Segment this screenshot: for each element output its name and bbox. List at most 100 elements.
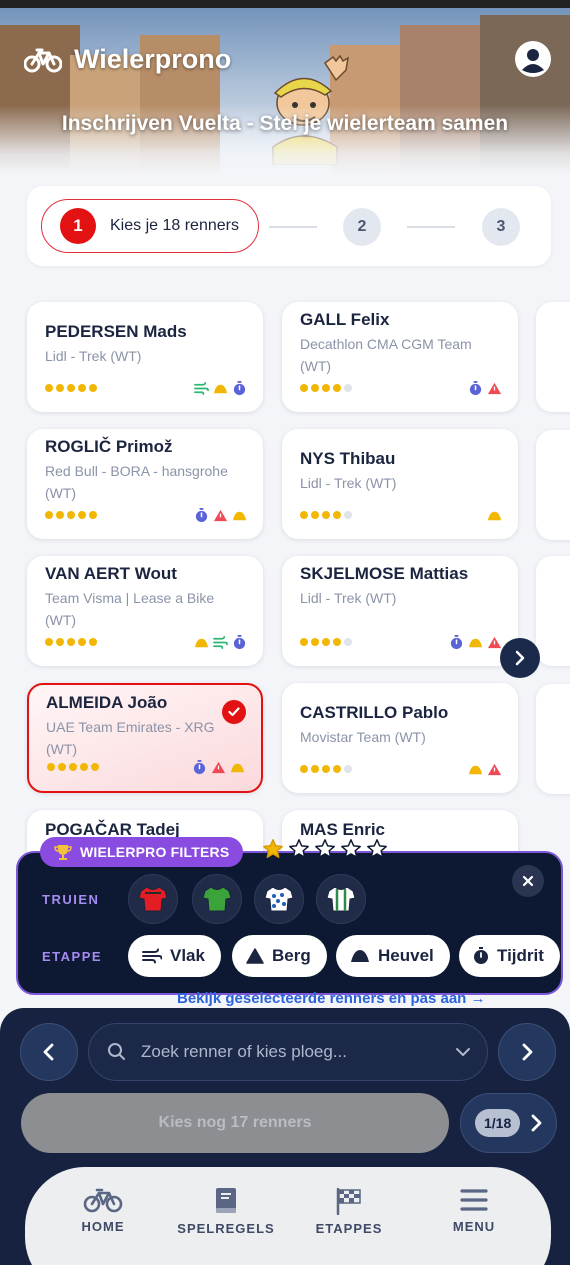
- status-bar: [0, 0, 570, 8]
- truien-label: TRUIEN: [42, 892, 100, 907]
- rider-card[interactable]: VAN AERT Wout Team Visma | Lease a Bike (…: [27, 556, 263, 666]
- rating-dot: [300, 384, 308, 392]
- rating-dot: [67, 384, 75, 392]
- rider-name: VAN AERT Wout: [45, 564, 177, 583]
- bicycle-icon: [83, 1188, 123, 1213]
- next-team-button[interactable]: [498, 1023, 556, 1081]
- rating-dot: [78, 511, 86, 519]
- trophy-icon: [54, 845, 72, 860]
- star-rating-filter[interactable]: [262, 838, 388, 860]
- red-jersey-filter[interactable]: [128, 874, 178, 924]
- rating-dot: [344, 638, 352, 646]
- selection-count: 1/18: [475, 1109, 521, 1137]
- rating-dot: [311, 765, 319, 773]
- close-filters-button[interactable]: [512, 865, 544, 897]
- polka-dot-jersey-filter[interactable]: [254, 874, 304, 924]
- rider-card[interactable]: CASTRILLO Pablo Movistar Team (WT): [282, 683, 518, 793]
- nav-spelregels[interactable]: SPELREGELS: [171, 1187, 281, 1236]
- rider-specialties: [449, 635, 502, 650]
- filters-badge-label: WIELERPRO FILTERS: [80, 844, 230, 860]
- rider-rating: [300, 384, 352, 392]
- scroll-right-button[interactable]: [500, 638, 540, 678]
- stopwatch-icon: [195, 508, 208, 523]
- selection-counter-button[interactable]: 1/18: [460, 1093, 557, 1153]
- rider-rating: [300, 638, 352, 646]
- star-icon[interactable]: [314, 838, 336, 860]
- white-jersey-filter[interactable]: [316, 874, 366, 924]
- stage-filter-hill[interactable]: Heuvel: [336, 935, 450, 977]
- mountain-icon: [213, 509, 228, 522]
- rider-card-peek[interactable]: [536, 556, 570, 666]
- rider-rating: [300, 765, 352, 773]
- star-icon[interactable]: [262, 838, 284, 860]
- rider-card[interactable]: SKJELMOSE Mattias Lidl - Trek (WT): [282, 556, 518, 666]
- rating-dot: [300, 511, 308, 519]
- mountain-icon: [487, 382, 502, 395]
- rating-dot: [344, 765, 352, 773]
- brand[interactable]: Wielerprono: [24, 44, 231, 75]
- rider-team: Lidl - Trek (WT): [45, 348, 142, 364]
- step-2[interactable]: 2: [343, 208, 381, 246]
- rider-card[interactable]: ALMEIDA João UAE Team Emirates - XRG (WT): [27, 683, 263, 793]
- green-jersey-filter[interactable]: [192, 874, 242, 924]
- choose-riders-button[interactable]: Kies nog 17 renners: [21, 1093, 449, 1153]
- view-selected-label: Bekijk geselecteerde renners en pas aan: [177, 990, 467, 1007]
- filters-badge: WIELERPRO FILTERS: [40, 837, 244, 867]
- rider-card[interactable]: PEDERSEN Mads Lidl - Trek (WT): [27, 302, 263, 412]
- nav-home[interactable]: HOME: [48, 1187, 158, 1234]
- stage-filter-label: Berg: [272, 946, 311, 965]
- rider-card[interactable]: GALL Felix Decathlon CMA CGM Team (WT): [282, 302, 518, 412]
- polka-dot-jersey-icon: [264, 886, 294, 912]
- rating-dot: [333, 638, 341, 646]
- rider-name: PEDERSEN Mads: [45, 322, 187, 341]
- star-icon[interactable]: [340, 838, 362, 860]
- close-icon: [522, 875, 534, 887]
- star-icon[interactable]: [366, 838, 388, 860]
- rating-dot: [344, 511, 352, 519]
- hill-icon: [351, 950, 369, 962]
- search-input[interactable]: Zoek renner of kies ploeg...: [88, 1023, 488, 1081]
- nav-etappes[interactable]: ETAPPES: [294, 1187, 404, 1236]
- stage-filter-time-trial[interactable]: Tijdrit: [459, 935, 560, 977]
- header-banner: Wielerprono Inschrijven Vuelta - Stel je…: [0, 0, 570, 175]
- stage-filter-mountain[interactable]: Berg: [232, 935, 327, 977]
- rider-rating: [47, 763, 99, 771]
- rider-team: Movistar Team (WT): [300, 729, 426, 745]
- view-selected-link[interactable]: Bekijk geselecteerde renners en pas aan …: [177, 990, 486, 1007]
- stage-filter-flat[interactable]: Vlak: [128, 935, 221, 977]
- search-icon: [108, 1043, 125, 1060]
- bottom-nav: HOME SPELREGELS ETAPPES MENU: [25, 1167, 551, 1265]
- rider-card[interactable]: ROGLIČ Primož Red Bull - BORA - hansgrohe…: [27, 429, 263, 539]
- rider-card[interactable]: NYS Thibau Lidl - Trek (WT): [282, 429, 518, 539]
- nav-menu[interactable]: MENU: [419, 1187, 529, 1234]
- stage-filter-label: Tijdrit: [497, 946, 544, 965]
- rating-dot: [311, 384, 319, 392]
- stopwatch-icon: [193, 760, 206, 775]
- rating-dot: [89, 384, 97, 392]
- rating-dot: [333, 765, 341, 773]
- rider-specialties: [194, 508, 247, 523]
- mountain-icon: [487, 763, 502, 776]
- previous-team-button[interactable]: [20, 1023, 78, 1081]
- step-1-active[interactable]: 1 Kies je 18 renners: [41, 199, 259, 253]
- rider-card-peek[interactable]: [536, 302, 570, 412]
- rating-dot: [69, 763, 77, 771]
- step-3[interactable]: 3: [482, 208, 520, 246]
- rating-dot: [56, 384, 64, 392]
- book-icon: [216, 1188, 236, 1213]
- rider-card-peek[interactable]: [536, 430, 570, 540]
- rider-card-peek[interactable]: [536, 684, 570, 794]
- rider-name: GALL Felix: [300, 310, 390, 329]
- rating-dot: [322, 384, 330, 392]
- page-title: Inschrijven Vuelta - Stel je wielerteam …: [61, 112, 509, 135]
- mountain-icon: [246, 948, 264, 964]
- profile-button[interactable]: [515, 41, 551, 77]
- rating-dot: [45, 511, 53, 519]
- star-icon[interactable]: [288, 838, 310, 860]
- rating-dot: [91, 763, 99, 771]
- step-label: Kies je 18 renners: [110, 217, 239, 234]
- rating-dot: [322, 511, 330, 519]
- chevron-left-icon: [43, 1043, 54, 1061]
- rider-specialties: [468, 381, 502, 396]
- hill-icon: [213, 384, 228, 394]
